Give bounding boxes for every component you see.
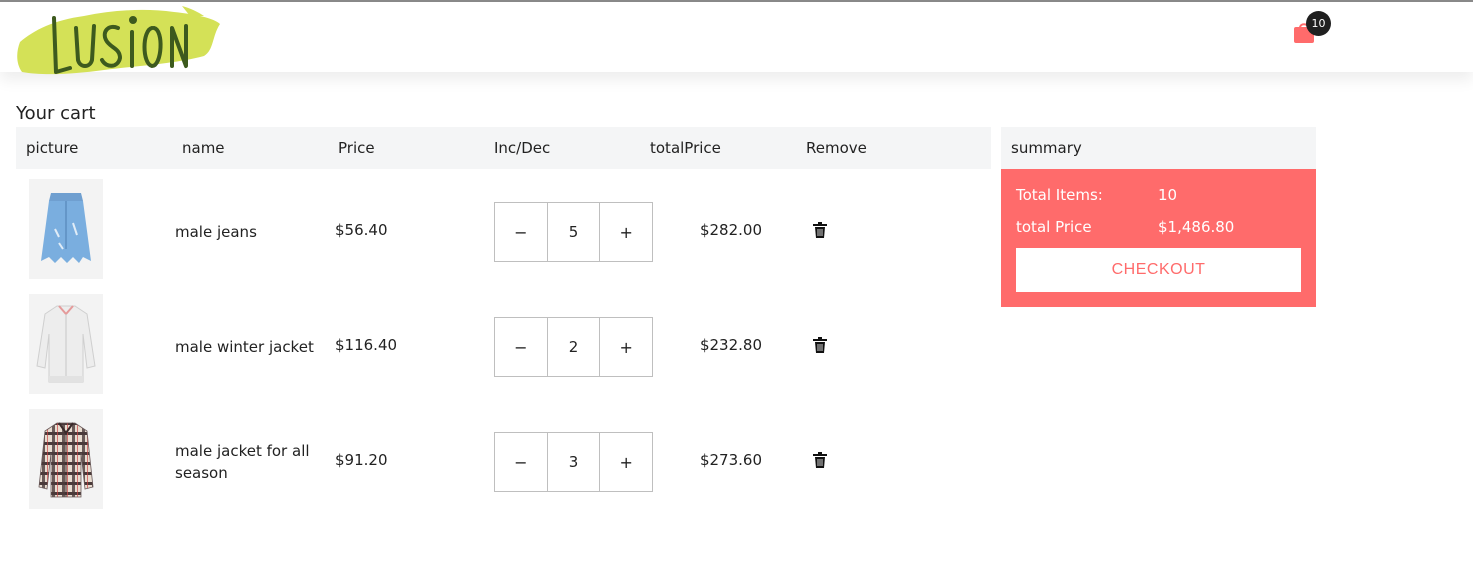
decrement-button[interactable]: −: [495, 203, 547, 261]
cart-table: picture name Price Inc/Dec totalPrice Re…: [16, 127, 991, 514]
checkout-button[interactable]: CHECKOUT: [1016, 248, 1301, 292]
lusion-logo[interactable]: [14, 2, 224, 78]
cart-title: Your cart: [16, 103, 96, 124]
quantity-value: 3: [546, 433, 601, 491]
summary-body: Total Items: 10 total Price $1,486.80 CH…: [1001, 169, 1316, 307]
quantity-value: 2: [546, 318, 601, 376]
row-total-price: $232.80: [699, 336, 762, 354]
product-image: [29, 294, 103, 394]
table-row: male jeans $56.40 − 5 + $282.00: [16, 169, 991, 284]
product-name: male jacket for all season: [175, 442, 310, 482]
plaid-shirt-jacket-image: [38, 422, 94, 498]
table-row: male jacket for all season $91.20 − 3 + …: [16, 399, 991, 514]
summary-title: summary: [1001, 127, 1316, 169]
row-total-price: $273.60: [699, 451, 762, 469]
header-total: totalPrice: [650, 139, 721, 157]
quantity-stepper: − 2 +: [494, 317, 653, 377]
product-name: male winter jacket: [175, 338, 314, 356]
navbar: 10: [0, 2, 1473, 75]
decrement-button[interactable]: −: [495, 318, 547, 376]
white-bomber-jacket-image: [36, 305, 96, 383]
denim-skirt-image: [41, 193, 91, 263]
increment-button[interactable]: +: [600, 433, 652, 491]
header-price: Price: [338, 139, 375, 157]
increment-button[interactable]: +: [600, 203, 652, 261]
trash-icon[interactable]: [813, 222, 827, 238]
cart-count-badge: 10: [1306, 11, 1331, 36]
quantity-value: 5: [546, 203, 601, 261]
decrement-button[interactable]: −: [495, 433, 547, 491]
table-row: male winter jacket $116.40 − 2 + $232.80: [16, 284, 991, 399]
order-summary: summary Total Items: 10 total Price $1,4…: [1001, 127, 1316, 307]
table-header: picture name Price Inc/Dec totalPrice Re…: [16, 127, 991, 169]
total-price-label: total Price: [1016, 218, 1092, 236]
header-incdec: Inc/Dec: [494, 139, 551, 157]
total-items-value: 10: [1158, 186, 1178, 204]
quantity-stepper: − 5 +: [494, 202, 653, 262]
product-price: $91.20: [335, 451, 388, 469]
product-name: male jeans: [175, 223, 257, 241]
total-price-value: $1,486.80: [1158, 218, 1235, 236]
total-items-label: Total Items:: [1016, 186, 1103, 204]
trash-icon[interactable]: [813, 452, 827, 468]
quantity-stepper: − 3 +: [494, 432, 653, 492]
increment-button[interactable]: +: [600, 318, 652, 376]
trash-icon[interactable]: [813, 337, 827, 353]
product-price: $56.40: [335, 221, 388, 239]
product-image: [29, 409, 103, 509]
header-picture: picture: [26, 139, 79, 157]
header-name: name: [182, 139, 225, 157]
product-image: [29, 179, 103, 279]
header-remove: Remove: [806, 139, 867, 157]
product-price: $116.40: [335, 336, 398, 354]
row-total-price: $282.00: [699, 221, 762, 239]
